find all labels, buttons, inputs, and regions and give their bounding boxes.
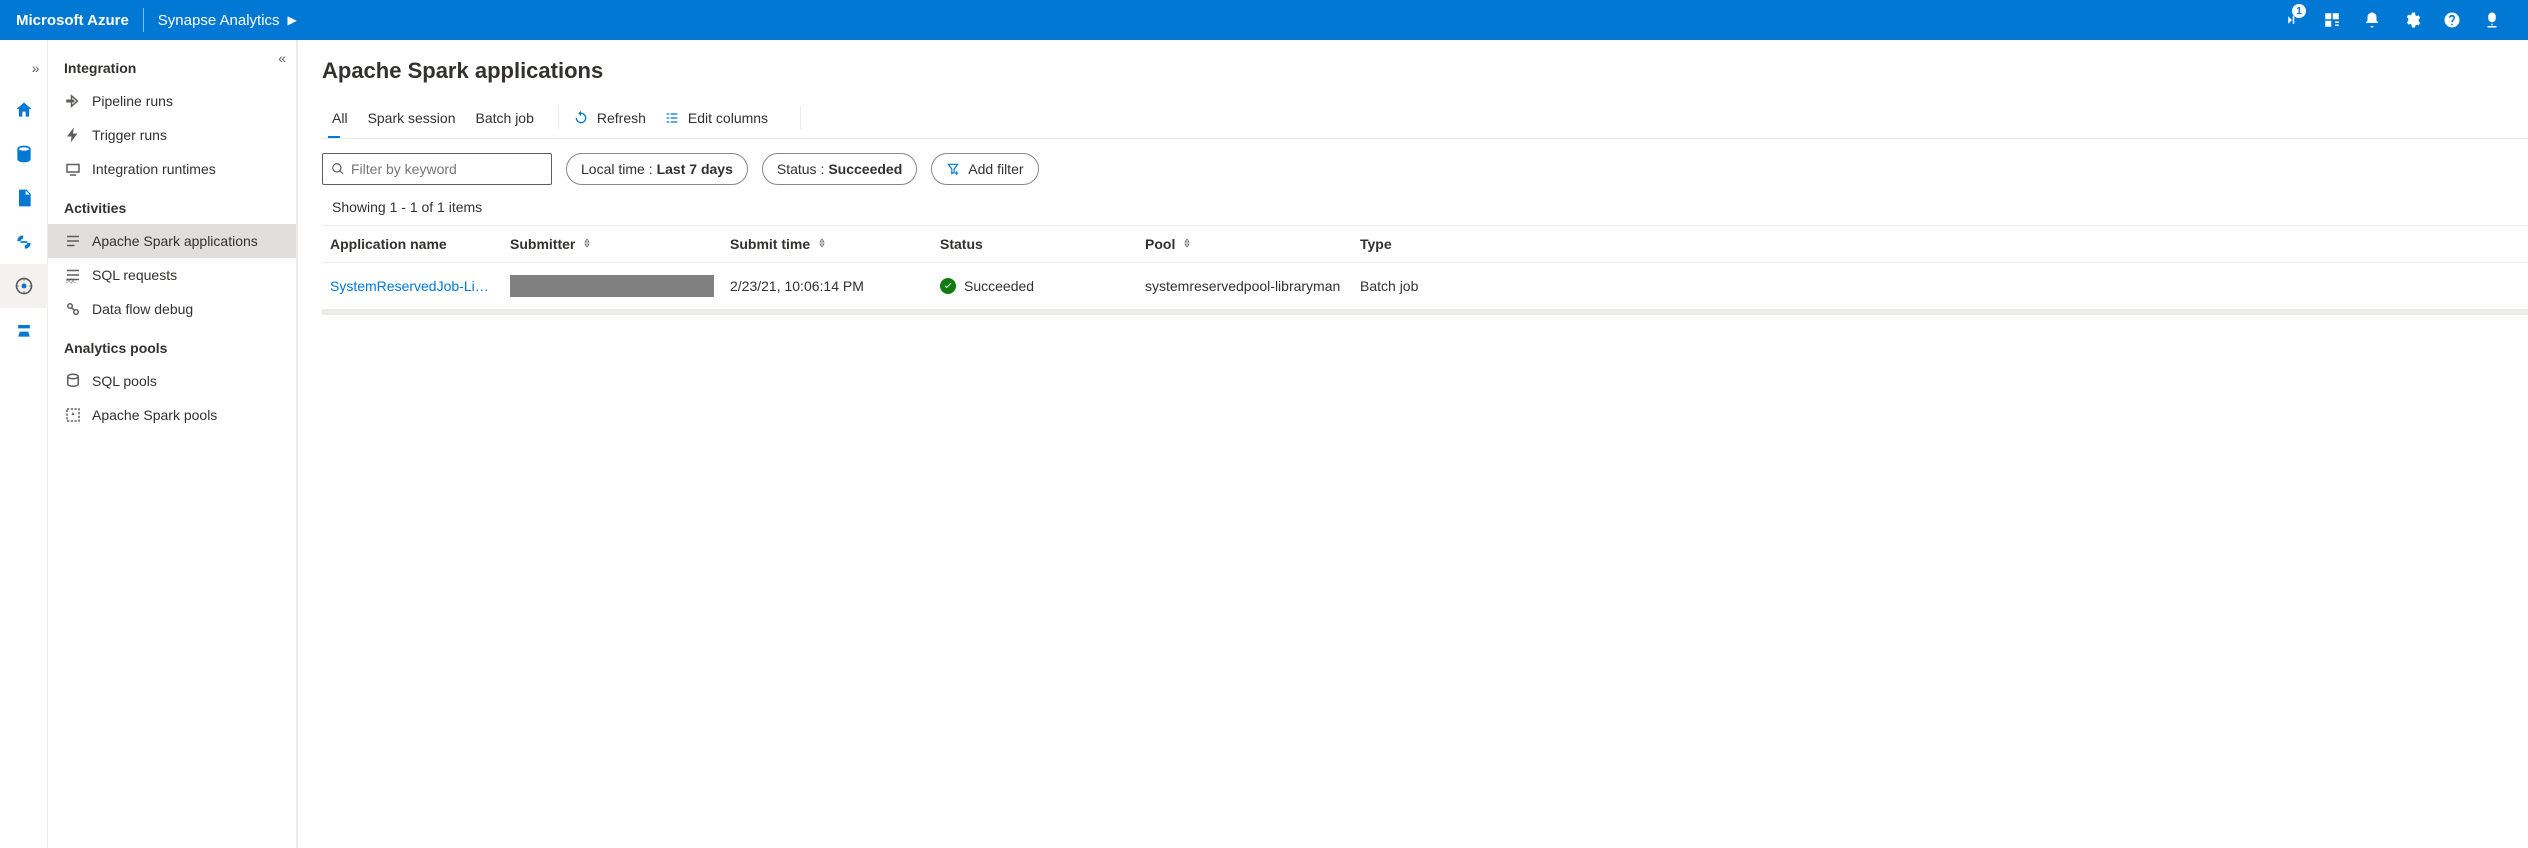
- sidebar-item-label: Integration runtimes: [92, 161, 216, 177]
- applications-table: Application name Submitter Submit time S…: [322, 225, 2528, 315]
- table-row: SystemReservedJob-Lib... 2/23/21, 10:06:…: [322, 263, 2528, 309]
- sidebar-item-label: Data flow debug: [92, 301, 193, 317]
- sidebar-item-label: Apache Spark applications: [92, 233, 258, 249]
- sidebar-item-sql-requests[interactable]: SQL SQL requests: [48, 258, 296, 292]
- table-footer-bar: [322, 309, 2528, 315]
- svg-text:SQL: SQL: [66, 279, 77, 285]
- cell-time: 2/23/21, 10:06:14 PM: [722, 276, 932, 296]
- sidebar-item-trigger-runs[interactable]: Trigger runs: [48, 118, 296, 152]
- sidebar-section-analytics-pools: Analytics pools: [48, 326, 296, 364]
- left-rail: »: [0, 40, 48, 848]
- col-header-submitter[interactable]: Submitter: [502, 226, 722, 262]
- cloud-shell-button[interactable]: 1: [2272, 0, 2312, 40]
- help-button[interactable]: [2432, 0, 2472, 40]
- brand-label: Microsoft Azure: [16, 12, 129, 29]
- filter-row: Local time : Last 7 days Status : Succee…: [322, 153, 2528, 185]
- pipeline-icon: [64, 92, 82, 110]
- sidebar: « Integration Pipeline runs Trigger runs…: [48, 40, 298, 848]
- top-header: Microsoft Azure Synapse Analytics ▶ 1: [0, 0, 2528, 40]
- redacted-submitter: [510, 275, 714, 297]
- sidebar-collapse-button[interactable]: «: [278, 50, 286, 66]
- header-divider: [143, 8, 144, 32]
- table-body: SystemReservedJob-Lib... 2/23/21, 10:06:…: [322, 263, 2528, 309]
- chevron-right-icon: ▶: [288, 13, 297, 27]
- filter-keyword-input[interactable]: [351, 161, 543, 177]
- rail-expand-button[interactable]: »: [0, 48, 48, 88]
- page-title: Apache Spark applications: [322, 58, 2528, 84]
- sidebar-item-label: Apache Spark pools: [92, 407, 217, 423]
- sidebar-item-data-flow-debug[interactable]: Data flow debug: [48, 292, 296, 326]
- sidebar-item-spark-applications[interactable]: Apache Spark applications: [48, 224, 296, 258]
- sidebar-section-activities: Activities: [48, 186, 296, 224]
- refresh-icon: [573, 110, 589, 126]
- col-header-pool[interactable]: Pool: [1137, 226, 1352, 262]
- showing-count: Showing 1 - 1 of 1 items: [332, 199, 2528, 215]
- rail-data[interactable]: [0, 132, 48, 176]
- col-header-name[interactable]: Application name: [322, 226, 502, 262]
- rail-develop[interactable]: [0, 176, 48, 220]
- directories-button[interactable]: [2312, 0, 2352, 40]
- cell-type: Batch job: [1352, 276, 2528, 296]
- sidebar-section-integration: Integration: [48, 46, 296, 84]
- spark-pool-icon: [64, 406, 82, 424]
- sidebar-item-label: SQL pools: [92, 373, 157, 389]
- cell-name[interactable]: SystemReservedJob-Lib...: [322, 276, 502, 296]
- col-header-time[interactable]: Submit time: [722, 226, 932, 262]
- search-icon: [331, 162, 345, 176]
- cell-status: Succeeded: [932, 276, 1137, 296]
- rail-monitor[interactable]: [0, 264, 48, 308]
- sidebar-item-label: SQL requests: [92, 267, 177, 283]
- toolbar-divider: [558, 106, 559, 130]
- success-icon: [940, 278, 956, 294]
- filter-status-pill[interactable]: Status : Succeeded: [762, 153, 917, 185]
- trigger-icon: [64, 126, 82, 144]
- col-header-status[interactable]: Status: [932, 226, 1137, 262]
- table-header: Application name Submitter Submit time S…: [322, 225, 2528, 263]
- sort-icon: [816, 236, 828, 252]
- sidebar-item-label: Pipeline runs: [92, 93, 173, 109]
- tab-batch-job[interactable]: Batch job: [466, 98, 544, 138]
- main-content: Apache Spark applications All Spark sess…: [298, 40, 2528, 848]
- add-filter-button[interactable]: Add filter: [931, 153, 1038, 185]
- spark-app-icon: [64, 232, 82, 250]
- rail-home[interactable]: [0, 88, 48, 132]
- filter-icon: [946, 162, 960, 176]
- cell-pool: systemreservedpool-libraryman: [1137, 276, 1352, 296]
- cell-submitter: [502, 273, 722, 299]
- sidebar-item-pipeline-runs[interactable]: Pipeline runs: [48, 84, 296, 118]
- sidebar-item-integration-runtimes[interactable]: Integration runtimes: [48, 152, 296, 186]
- columns-icon: [664, 110, 680, 126]
- breadcrumb-label: Synapse Analytics: [158, 12, 280, 29]
- sort-icon: [1181, 236, 1193, 252]
- sort-icon: [581, 236, 593, 252]
- notifications-button[interactable]: [2352, 0, 2392, 40]
- breadcrumb[interactable]: Synapse Analytics ▶: [158, 12, 297, 29]
- sidebar-item-sql-pools[interactable]: SQL pools: [48, 364, 296, 398]
- toolbar-divider: [800, 106, 801, 130]
- sql-icon: SQL: [64, 266, 82, 284]
- settings-button[interactable]: [2392, 0, 2432, 40]
- sidebar-item-spark-pools[interactable]: Apache Spark pools: [48, 398, 296, 432]
- refresh-button[interactable]: Refresh: [573, 110, 646, 126]
- col-header-type[interactable]: Type: [1352, 226, 2528, 262]
- feedback-button[interactable]: [2472, 0, 2512, 40]
- rail-integrate[interactable]: [0, 220, 48, 264]
- tab-spark-session[interactable]: Spark session: [358, 98, 466, 138]
- edit-columns-button[interactable]: Edit columns: [664, 110, 768, 126]
- sidebar-item-label: Trigger runs: [92, 127, 167, 143]
- tab-all[interactable]: All: [322, 98, 358, 138]
- debug-icon: [64, 300, 82, 318]
- rail-manage[interactable]: [0, 308, 48, 352]
- toolbar: All Spark session Batch job Refresh Edit…: [322, 98, 2528, 139]
- filter-time-pill[interactable]: Local time : Last 7 days: [566, 153, 748, 185]
- tabs: All Spark session Batch job: [322, 98, 544, 138]
- notification-badge: 1: [2292, 4, 2306, 18]
- sql-pool-icon: [64, 372, 82, 390]
- runtime-icon: [64, 160, 82, 178]
- filter-keyword-input-wrapper[interactable]: [322, 153, 552, 185]
